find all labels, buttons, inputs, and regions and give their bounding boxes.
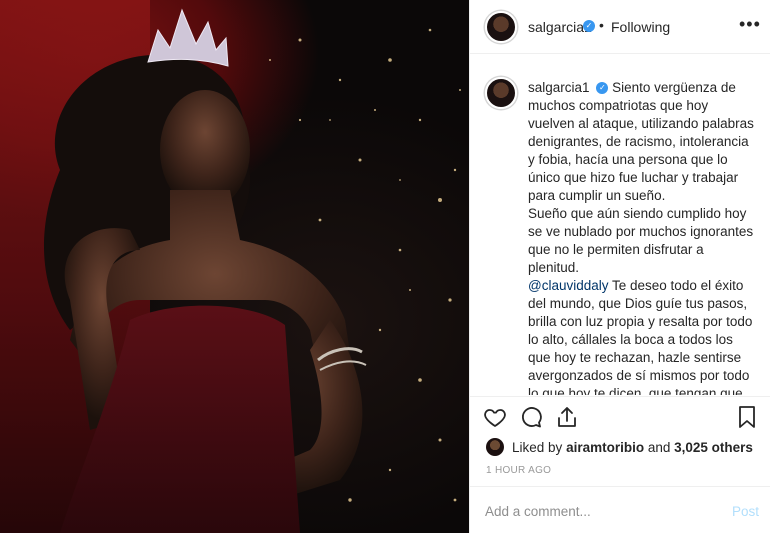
post-header: salgarcia1 ✓ • Following •••: [470, 0, 770, 54]
post-photo[interactable]: [0, 0, 469, 533]
caption-scroll-area[interactable]: salgarcia1 ✓ Siento vergüenza de muchos …: [470, 55, 770, 395]
likes-summary: Liked by airamtoribio and 3,025 others: [486, 436, 753, 458]
comment-input[interactable]: [485, 501, 705, 521]
caption-paragraph-3: Te deseo todo el éxito del mundo, que Di…: [528, 278, 753, 395]
post-timestamp[interactable]: 1 HOUR AGO: [486, 465, 551, 476]
photo-illustration: [43, 8, 461, 533]
verified-badge-icon: ✓: [583, 20, 595, 32]
comment-box: Post: [470, 486, 770, 533]
verified-badge-icon: ✓: [596, 82, 609, 95]
caption-text: salgarcia1 ✓ Siento vergüenza de muchos …: [528, 79, 758, 395]
likes-others-link[interactable]: 3,025 others: [674, 440, 753, 455]
liker-avatar[interactable]: [486, 438, 504, 456]
more-options-icon[interactable]: •••: [739, 14, 761, 35]
caption-author-username[interactable]: salgarcia1: [528, 80, 590, 95]
heart-icon[interactable]: [483, 405, 509, 431]
author-avatar[interactable]: [485, 11, 517, 43]
likes-and: and: [647, 439, 671, 455]
following-button[interactable]: Following: [611, 19, 670, 35]
post-side-panel: salgarcia1 ✓ • Following ••• salgarcia1 …: [469, 0, 770, 533]
caption-mention-link[interactable]: @clauviddaly: [528, 278, 609, 293]
action-bar: [470, 396, 770, 436]
post-comment-button[interactable]: Post: [732, 504, 759, 519]
bookmark-icon[interactable]: [735, 405, 761, 431]
caption-author-avatar[interactable]: [485, 77, 517, 109]
likes-prefix: Liked by: [512, 439, 563, 455]
follow-separator: •: [599, 17, 604, 33]
caption-paragraph-1: Siento vergüenza de muchos compatriotas …: [528, 80, 754, 203]
caption-paragraph-2: Sueño que aún siendo cumplido hoy se ve …: [528, 206, 754, 275]
liker-username[interactable]: airamtoribio: [566, 440, 644, 455]
share-icon[interactable]: [555, 405, 581, 431]
comment-icon[interactable]: [519, 405, 545, 431]
